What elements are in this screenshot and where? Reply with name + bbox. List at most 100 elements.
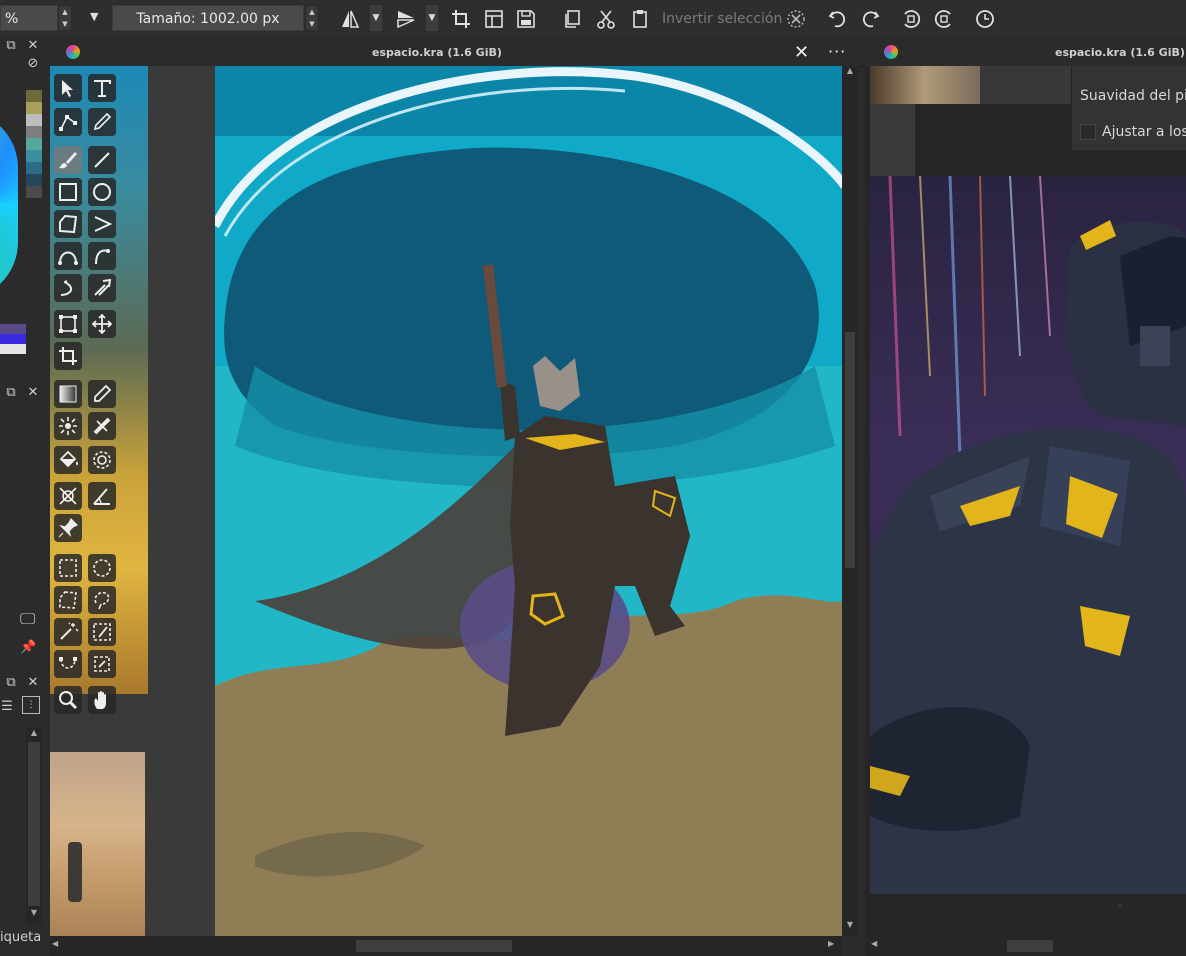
document-tab-1[interactable]: espacio.kra (1.6 GiB) ✕ ··· <box>50 38 865 67</box>
scroll-thumb-h[interactable] <box>356 940 512 952</box>
calligraphy-icon[interactable] <box>88 108 116 136</box>
opacity-field[interactable]: % <box>0 5 58 31</box>
snap-checkbox[interactable] <box>1080 124 1096 140</box>
wrap-around-icon[interactable] <box>482 7 506 31</box>
monitor-icon[interactable]: 🖵 <box>20 611 35 627</box>
zoom-tool-icon[interactable] <box>54 686 82 714</box>
select-shapes-icon[interactable] <box>54 74 82 102</box>
scroll-down-arrow[interactable]: ▼ <box>842 920 858 934</box>
contiguous-select-icon[interactable] <box>54 618 82 646</box>
edit-shapes-icon[interactable] <box>54 108 82 136</box>
undo-icon[interactable] <box>826 7 850 31</box>
rotate-left-icon[interactable] <box>899 7 923 31</box>
rotate-right-icon[interactable] <box>932 7 956 31</box>
close-docker-icon-2[interactable]: ✕ <box>26 386 40 400</box>
horizontal-scrollbar-2[interactable]: ◀ <box>865 936 1186 956</box>
reset-rotation-icon[interactable] <box>973 7 997 31</box>
measure-tool-icon[interactable] <box>88 482 116 510</box>
brush-size-field[interactable]: Tamaño: 1002.00 px <box>112 5 304 31</box>
invert-selection-button[interactable]: Invertir selección <box>662 11 782 27</box>
no-color-icon[interactable]: ⊘ <box>26 57 40 71</box>
left-docker: ⧉ ✕ ⊘ ⧉ ✕ 🖵 📌 ⧉ ✕ ☰ ⋮ ▲ ▼ iqueta <box>0 38 50 956</box>
mirror-vertical-icon[interactable] <box>394 7 418 31</box>
mirror-v-dropdown[interactable]: ▼ <box>426 5 438 31</box>
crop-tool-icon[interactable] <box>54 342 82 370</box>
float-docker-icon-2[interactable]: ⧉ <box>4 386 18 400</box>
document-title-2: espacio.kra (1.6 GiB) <box>1055 46 1185 59</box>
deselect-icon[interactable] <box>784 7 808 31</box>
scroll-thumb[interactable] <box>845 332 855 568</box>
copy-icon[interactable] <box>561 7 585 31</box>
scroll-right-arrow[interactable]: ▶ <box>828 939 834 948</box>
similar-select-icon[interactable] <box>88 618 116 646</box>
magnetic-select-icon[interactable] <box>88 650 116 678</box>
rect-select-icon[interactable] <box>54 554 82 582</box>
horizontal-scrollbar[interactable]: ◀ ▶ <box>50 936 842 956</box>
freehand-brush-icon[interactable] <box>54 146 82 174</box>
multibrush-icon[interactable] <box>88 274 116 302</box>
size-spinner[interactable]: ▲ ▼ <box>305 5 319 31</box>
gradient-tool-icon[interactable] <box>54 380 82 408</box>
transform-tool-icon[interactable] <box>54 310 82 338</box>
close-docker-icon[interactable]: ✕ <box>26 39 40 53</box>
layer-scrollbar[interactable]: ▲ ▼ <box>26 728 42 924</box>
bezier-select-icon[interactable] <box>54 650 82 678</box>
color-history[interactable] <box>0 324 26 358</box>
smart-patch-icon[interactable] <box>88 412 116 440</box>
painting-artwork <box>215 66 842 936</box>
document-tab-2[interactable]: espacio.kra (1.6 GiB) <box>865 38 1186 66</box>
menu-icon[interactable]: ☰ <box>0 700 14 714</box>
scroll-left-arrow[interactable]: ◀ <box>52 939 58 948</box>
scroll-thumb-h2[interactable] <box>1007 940 1053 952</box>
fill-tool-icon[interactable] <box>54 446 82 474</box>
thumbnail-image <box>870 66 980 104</box>
canvas-view[interactable] <box>50 66 842 936</box>
chevron-down-icon[interactable]: ▼ <box>90 10 104 24</box>
enclose-fill-icon[interactable] <box>88 446 116 474</box>
reference-image-2[interactable] <box>50 752 145 936</box>
pin-icon[interactable]: 📌 <box>20 641 36 655</box>
line-tool-icon[interactable] <box>88 146 116 174</box>
polyline-tool-icon[interactable] <box>88 210 116 238</box>
reference-images-icon[interactable] <box>54 514 82 542</box>
close-docker-icon-3[interactable]: ✕ <box>26 676 40 690</box>
document-view-2[interactable]: espacio.kra (1.6 GiB) Suavidad del pi Aj… <box>865 38 1186 956</box>
assistant-tool-icon[interactable] <box>54 482 82 510</box>
float-docker-icon[interactable]: ⧉ <box>4 39 18 53</box>
scroll-left-arrow-2[interactable]: ◀ <box>871 939 877 948</box>
dynamic-brush-icon[interactable] <box>54 274 82 302</box>
krita-logo-icon-2 <box>884 45 898 59</box>
freehand-select-icon[interactable] <box>88 586 116 614</box>
mirror-h-dropdown[interactable]: ▼ <box>370 5 382 31</box>
layer-thumbnail-icon[interactable]: ⋮ <box>22 696 40 714</box>
close-view-icon[interactable]: ✕ <box>794 42 809 63</box>
scroll-up-arrow[interactable]: ▲ <box>842 66 858 80</box>
redo-icon[interactable] <box>858 7 882 31</box>
ellipse-select-icon[interactable] <box>88 554 116 582</box>
crop-icon[interactable] <box>449 7 473 31</box>
colorize-mask-icon[interactable] <box>54 412 82 440</box>
polygon-tool-icon[interactable] <box>54 210 82 238</box>
float-docker-icon-3[interactable]: ⧉ <box>4 676 18 690</box>
bezier-tool-icon[interactable] <box>54 242 82 270</box>
text-tool-icon[interactable] <box>88 74 116 102</box>
palette-swatches[interactable] <box>26 90 42 202</box>
vertical-scrollbar[interactable]: ▲ ▼ <box>842 66 858 936</box>
top-toolbar: % ▲ ▼ ▼ Tamaño: 1002.00 px ▲ ▼ ▼ ▼ Inverti… <box>0 0 1186 39</box>
mirror-horizontal-icon[interactable] <box>338 7 362 31</box>
paste-icon[interactable] <box>628 7 652 31</box>
helldiver-reference-image[interactable] <box>870 176 1186 894</box>
save-icon[interactable] <box>514 7 538 31</box>
color-wheel[interactable] <box>0 110 18 300</box>
pan-tool-icon[interactable] <box>88 686 116 714</box>
polygon-select-icon[interactable] <box>54 586 82 614</box>
color-picker-icon[interactable] <box>88 380 116 408</box>
painting-canvas[interactable] <box>215 66 842 936</box>
opacity-spinner[interactable]: ▲ ▼ <box>58 5 72 31</box>
view-menu-icon[interactable]: ··· <box>828 42 846 61</box>
rectangle-tool-icon[interactable] <box>54 178 82 206</box>
move-tool-icon[interactable] <box>88 310 116 338</box>
cut-icon[interactable] <box>594 7 618 31</box>
freehand-path-icon[interactable] <box>88 242 116 270</box>
ellipse-tool-icon[interactable] <box>88 178 116 206</box>
